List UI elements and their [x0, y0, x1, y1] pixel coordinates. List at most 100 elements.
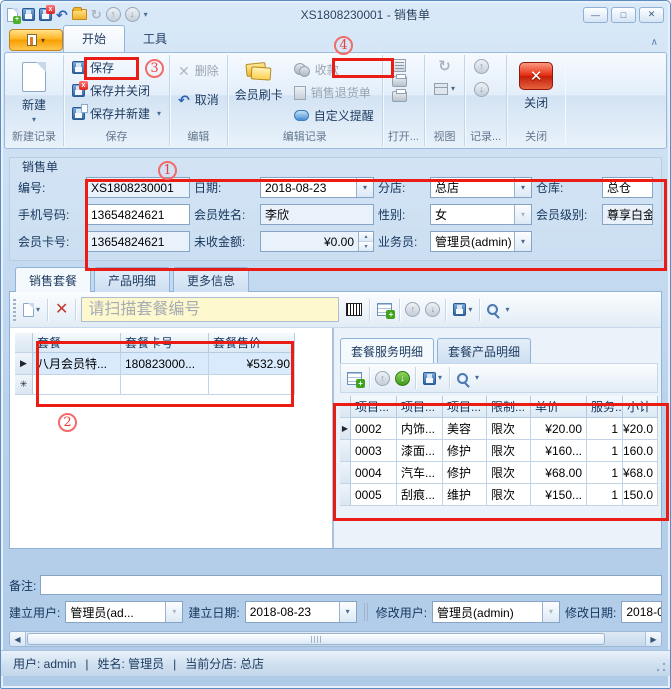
- member-swipe-button[interactable]: 会员刷卡: [231, 57, 287, 105]
- grid-cell[interactable]: 美容: [443, 418, 487, 440]
- tab-start[interactable]: 开始: [63, 25, 125, 52]
- scrollbar-thumb[interactable]: [27, 633, 605, 645]
- toolbar-grip[interactable]: [13, 299, 16, 321]
- minimize-button[interactable]: —: [583, 7, 608, 23]
- grid-cell[interactable]: 限次: [487, 462, 531, 484]
- modified-by-dropdown-icon[interactable]: ▾: [542, 602, 559, 622]
- move-down-icon[interactable]: ↓: [395, 371, 410, 386]
- maximize-button[interactable]: □: [611, 7, 636, 23]
- grid-cell[interactable]: 限次: [487, 484, 531, 506]
- grid-cell[interactable]: [209, 375, 295, 395]
- delete-button[interactable]: ✕ 删除: [173, 60, 224, 81]
- undo-icon[interactable]: ↶: [56, 8, 68, 22]
- cancel-button[interactable]: ↶ 取消: [173, 89, 224, 110]
- created-date-dropdown-icon[interactable]: ▾: [339, 602, 356, 622]
- new-line-button[interactable]: ▾: [21, 301, 42, 319]
- printer2-icon[interactable]: [392, 91, 407, 102]
- save-and-close-icon[interactable]: x: [39, 8, 52, 21]
- column-header[interactable]: 单价: [531, 396, 587, 418]
- column-header[interactable]: 项目...: [443, 396, 487, 418]
- move-up-icon[interactable]: ↑: [405, 302, 420, 317]
- close-button[interactable]: ✕ 关闭: [510, 57, 562, 113]
- grid-cell[interactable]: 八月会员特...: [33, 353, 121, 375]
- grid-cell[interactable]: [121, 375, 209, 395]
- grid-cell[interactable]: 漆面...: [397, 440, 443, 462]
- toolbar-more-icon[interactable]: ▾: [475, 374, 479, 382]
- card-no-field[interactable]: 13654824621: [86, 231, 190, 252]
- column-header[interactable]: 项目...: [351, 396, 397, 418]
- export-button[interactable]: ▾: [421, 370, 444, 387]
- refresh-icon[interactable]: ↻: [438, 59, 451, 74]
- grid-cell[interactable]: 限次: [487, 418, 531, 440]
- previous-record-icon[interactable]: ↑: [106, 7, 121, 22]
- grid-cell[interactable]: ¥160.0: [623, 440, 658, 462]
- horizontal-scrollbar[interactable]: ◀ ▶: [9, 631, 662, 647]
- grid-cell[interactable]: 1: [587, 440, 623, 462]
- package-row[interactable]: ▶ 八月会员特... 180823000... ¥532.90: [15, 353, 332, 375]
- save-icon[interactable]: [22, 8, 35, 21]
- folder-icon[interactable]: [72, 9, 87, 20]
- grid-cell[interactable]: 内饰...: [397, 418, 443, 440]
- scroll-left-icon[interactable]: ◀: [10, 632, 26, 646]
- service-row[interactable]: 0003 漆面... 修护 限次 ¥160... 1 ¥160.0: [340, 440, 658, 462]
- grid-cell[interactable]: ¥532.90: [209, 353, 295, 375]
- column-header[interactable]: 项目...: [397, 396, 443, 418]
- grid-cell[interactable]: 0005: [351, 484, 397, 506]
- modified-date-field[interactable]: 2018-08-23: [621, 601, 662, 623]
- grid-cell[interactable]: 1: [587, 484, 623, 506]
- tab-service-detail[interactable]: 套餐服务明细: [340, 338, 434, 363]
- report-icon[interactable]: [392, 59, 406, 72]
- add-record-button[interactable]: [375, 301, 394, 318]
- delete-line-button[interactable]: ✕: [53, 301, 70, 319]
- service-row[interactable]: ▶ 0002 内饰... 美容 限次 ¥20.00 1 ¥20.0: [340, 418, 658, 440]
- grid-cell[interactable]: ¥20.00: [531, 418, 587, 440]
- branch-field[interactable]: 总店▾: [430, 177, 532, 198]
- move-up-icon[interactable]: ↑: [375, 371, 390, 386]
- grid-cell[interactable]: ¥150.0: [623, 484, 658, 506]
- grid-cell[interactable]: 维护: [443, 484, 487, 506]
- created-by-field[interactable]: 管理员(ad... ▾: [65, 601, 183, 623]
- gender-dropdown-icon[interactable]: ▾: [514, 205, 531, 224]
- layout-button[interactable]: ▾: [434, 83, 455, 95]
- splitter-grip[interactable]: [364, 603, 369, 621]
- redo-icon[interactable]: ↻: [91, 8, 102, 22]
- branch-dropdown-icon[interactable]: ▾: [514, 178, 531, 197]
- scroll-right-icon[interactable]: ▶: [645, 632, 661, 646]
- phone-field[interactable]: 13654824621: [86, 204, 190, 225]
- search-button[interactable]: [485, 302, 500, 317]
- grid-cell[interactable]: 修护: [443, 462, 487, 484]
- tab-product-detail[interactable]: 套餐产品明细: [437, 338, 531, 363]
- next-record-icon[interactable]: ↓: [125, 7, 140, 22]
- add-record-button[interactable]: [345, 370, 364, 387]
- grid-cell[interactable]: ¥20.0: [623, 418, 658, 440]
- service-row[interactable]: 0004 汽车... 修护 限次 ¥68.00 1 ¥68.0: [340, 462, 658, 484]
- no-field[interactable]: XS1808230001: [86, 177, 190, 198]
- application-menu-button[interactable]: ▾: [9, 29, 63, 51]
- grid-cell[interactable]: ¥150...: [531, 484, 587, 506]
- grid-cell[interactable]: 0003: [351, 440, 397, 462]
- collapse-ribbon-icon[interactable]: ∧: [651, 37, 658, 48]
- barcode-button[interactable]: [344, 301, 364, 318]
- salesman-dropdown-icon[interactable]: ▾: [514, 232, 531, 251]
- column-header[interactable]: 限制...: [487, 396, 531, 418]
- export-button[interactable]: ▾: [451, 301, 474, 318]
- created-date-field[interactable]: 2018-08-23 ▾: [245, 601, 357, 623]
- sales-return-button[interactable]: 销售退货单: [289, 82, 379, 103]
- service-row[interactable]: 0005 刮痕... 维护 限次 ¥150... 1 ¥150.0: [340, 484, 658, 506]
- scan-package-input[interactable]: [81, 297, 339, 322]
- collect-payment-button[interactable]: 收款: [289, 59, 379, 80]
- record-up-icon[interactable]: ↑: [474, 59, 489, 74]
- grid-cell[interactable]: 0004: [351, 462, 397, 484]
- grid-cell[interactable]: 汽车...: [397, 462, 443, 484]
- tab-more-info[interactable]: 更多信息: [173, 267, 249, 292]
- grid-cell[interactable]: ¥68.00: [531, 462, 587, 484]
- save-and-new-button[interactable]: 保存并新建 ▾: [67, 103, 166, 124]
- gender-field[interactable]: 女▾: [430, 204, 532, 225]
- new-record-icon[interactable]: +: [7, 8, 18, 22]
- grid-cell[interactable]: ¥68.0: [623, 462, 658, 484]
- close-window-button[interactable]: ✕: [639, 7, 664, 23]
- unpaid-field[interactable]: ¥0.00▴▾: [260, 231, 374, 252]
- grid-cell[interactable]: 修护: [443, 440, 487, 462]
- salesman-field[interactable]: 管理员(admin)▾: [430, 231, 532, 252]
- grid-cell[interactable]: ¥160...: [531, 440, 587, 462]
